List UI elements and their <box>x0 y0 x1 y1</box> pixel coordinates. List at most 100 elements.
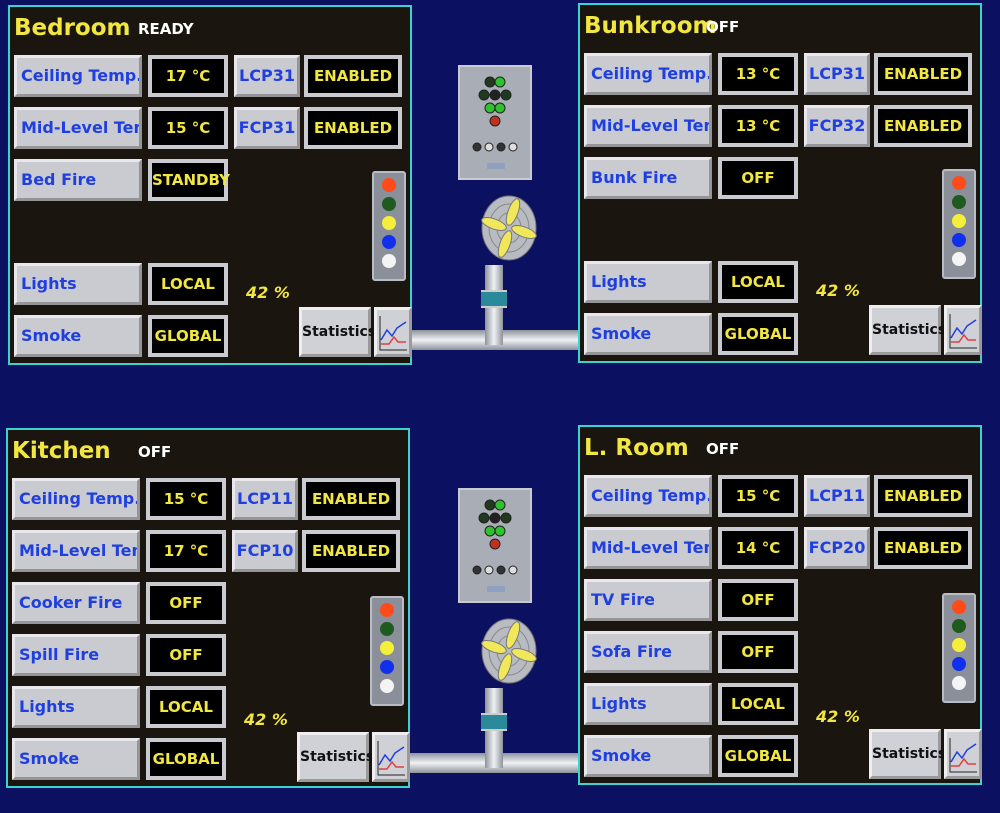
indicator-light-icon <box>952 195 966 209</box>
controller-label: FCP10 <box>232 530 298 572</box>
row-label: Lights <box>12 686 140 728</box>
controller-label: LCP31 <box>234 55 300 97</box>
row-value[interactable]: 13 °C <box>718 53 798 95</box>
row-value-text: LOCAL <box>150 690 222 724</box>
row-value[interactable]: 15 °C <box>148 107 228 149</box>
indicator-light-stack <box>370 596 404 706</box>
indicator-light-icon <box>382 216 396 230</box>
controller-label: LCP11 <box>232 478 298 520</box>
row-value[interactable]: 15 °C <box>718 475 798 517</box>
row-value-text: GLOBAL <box>722 317 794 351</box>
row-label: Spill Fire <box>12 634 140 676</box>
room-title: L. Room <box>584 435 689 461</box>
statistics-button[interactable]: Statistics <box>299 307 376 357</box>
row-value[interactable]: 17 °C <box>148 55 228 97</box>
controller-status[interactable]: ENABLED <box>302 478 400 520</box>
row-value[interactable]: LOCAL <box>146 686 226 728</box>
row-label: Lights <box>584 683 712 725</box>
fan-icon[interactable] <box>480 617 538 685</box>
row-value[interactable]: STANDBY <box>148 159 230 201</box>
line-chart-icon[interactable] <box>944 729 982 779</box>
controller-label: FCP31 <box>234 107 300 149</box>
row-value[interactable]: 14 °C <box>718 527 798 569</box>
row-value-text: 13 °C <box>722 109 794 143</box>
row-value-text: 14 °C <box>722 531 794 565</box>
room-status: OFF <box>706 18 740 36</box>
controller-label: LCP11 <box>804 475 870 517</box>
row-value-text: OFF <box>722 583 794 617</box>
row-label: Sofa Fire <box>584 631 712 673</box>
fan-speed-percent: 42 % <box>246 283 290 302</box>
fan-speed-percent: 42 % <box>244 710 288 729</box>
row-value[interactable]: 15 °C <box>146 478 226 520</box>
controller-status[interactable]: ENABLED <box>304 55 402 97</box>
row-label: Smoke <box>584 735 712 777</box>
indicator-light-icon <box>380 622 394 636</box>
statistics-button[interactable]: Statistics <box>297 732 374 782</box>
indicator-light-icon <box>952 214 966 228</box>
row-value-text: GLOBAL <box>722 739 794 773</box>
indicator-light-stack <box>372 171 406 281</box>
row-value[interactable]: GLOBAL <box>718 735 798 777</box>
indicator-light-stack <box>942 593 976 703</box>
controller-label: LCP31 <box>804 53 870 95</box>
row-label: Ceiling Temp. <box>584 475 712 517</box>
indicator-light-icon <box>380 641 394 655</box>
controller-status[interactable]: ENABLED <box>874 53 972 95</box>
row-value[interactable]: 13 °C <box>718 105 798 147</box>
controller-status[interactable]: ENABLED <box>874 105 972 147</box>
row-value-text: OFF <box>150 586 222 620</box>
row-value[interactable]: OFF <box>146 634 226 676</box>
line-chart-icon[interactable] <box>944 305 982 355</box>
control-panel-icon <box>458 488 532 603</box>
row-value[interactable]: GLOBAL <box>718 313 798 355</box>
row-value[interactable]: 17 °C <box>146 530 226 572</box>
fan-icon[interactable] <box>480 194 538 262</box>
row-value-text: OFF <box>722 635 794 669</box>
row-value-text: 15 °C <box>722 479 794 513</box>
room-title: Bunkroom <box>584 13 717 39</box>
controller-status[interactable]: ENABLED <box>874 475 972 517</box>
controller-status-text: ENABLED <box>306 534 396 568</box>
row-value[interactable]: OFF <box>718 579 798 621</box>
row-value[interactable]: GLOBAL <box>148 315 228 357</box>
room-panel-kitchen: Kitchen OFF Ceiling Temp. 15 °C Mid-Level Te… <box>6 428 410 788</box>
statistics-button[interactable]: Statistics <box>869 305 946 355</box>
room-status: READY <box>138 20 194 38</box>
controller-status-text: ENABLED <box>878 109 968 143</box>
row-value-text: LOCAL <box>152 267 224 301</box>
row-label: Cooker Fire <box>12 582 140 624</box>
row-value[interactable]: OFF <box>146 582 226 624</box>
controller-status-text: ENABLED <box>308 111 398 145</box>
row-label: TV Fire <box>584 579 712 621</box>
row-value[interactable]: LOCAL <box>718 261 798 303</box>
row-value-text: STANDBY <box>152 163 230 197</box>
controller-status[interactable]: ENABLED <box>874 527 972 569</box>
controller-status[interactable]: ENABLED <box>302 530 400 572</box>
pipe-flange <box>481 290 507 308</box>
row-value[interactable]: GLOBAL <box>146 738 226 780</box>
fan-speed-percent: 42 % <box>816 707 860 726</box>
room-status: OFF <box>706 440 740 458</box>
line-chart-icon[interactable] <box>372 732 410 782</box>
row-value-text: LOCAL <box>722 687 794 721</box>
indicator-light-stack <box>942 169 976 279</box>
row-value[interactable]: OFF <box>718 631 798 673</box>
row-label: Mid-Level Temp. <box>584 105 712 147</box>
row-value[interactable]: LOCAL <box>718 683 798 725</box>
indicator-light-icon <box>382 235 396 249</box>
indicator-light-icon <box>380 660 394 674</box>
controller-label: FCP20 <box>804 527 870 569</box>
statistics-button[interactable]: Statistics <box>869 729 946 779</box>
indicator-light-icon <box>952 233 966 247</box>
row-value[interactable]: LOCAL <box>148 263 228 305</box>
row-value-text: 13 °C <box>722 57 794 91</box>
row-label: Ceiling Temp. <box>12 478 140 520</box>
row-label: Mid-Level Temp <box>12 530 140 572</box>
row-label: Lights <box>14 263 142 305</box>
row-value[interactable]: OFF <box>718 157 798 199</box>
room-title: Kitchen <box>12 438 111 464</box>
controller-status[interactable]: ENABLED <box>304 107 402 149</box>
line-chart-icon[interactable] <box>374 307 412 357</box>
indicator-light-icon <box>952 600 966 614</box>
